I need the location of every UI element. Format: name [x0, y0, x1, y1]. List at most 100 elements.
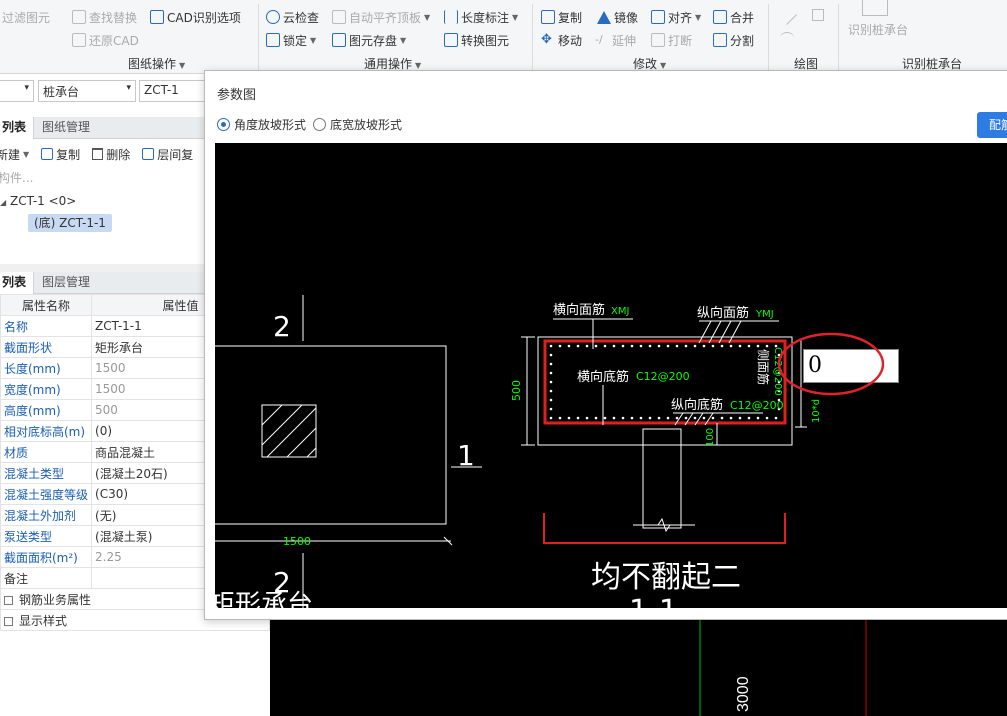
tab-drawing-management[interactable]: 图纸管理 — [36, 117, 96, 139]
member-search-input[interactable]: 构件... — [0, 168, 208, 188]
delete-member-button[interactable]: 删除 — [92, 146, 130, 163]
general-ops-label: 通用操作 — [364, 57, 413, 71]
left-caption-text: 矩形承台 — [215, 590, 313, 608]
tree-child-selected[interactable]: (底) ZCT-1-1 — [28, 214, 112, 232]
group-divider — [532, 4, 533, 70]
code-horiz-top: XMJ — [611, 306, 629, 317]
find-replace-icon — [72, 10, 86, 24]
line-draw-icon[interactable] — [777, 5, 797, 25]
plan-outline — [215, 345, 447, 525]
mirror-label: 镜像 — [614, 10, 639, 25]
chevron-down-icon: ▼ — [424, 12, 431, 22]
property-name: 材质 — [0, 441, 93, 463]
merge-icon — [713, 10, 727, 24]
tab-property-list[interactable]: 列表 — [0, 272, 34, 294]
layer-copy-button[interactable]: 层间复 — [142, 146, 193, 163]
cloud-check-button[interactable]: 云检查 — [266, 8, 319, 26]
rect-draw-icon[interactable] — [812, 9, 824, 21]
length-dim-icon — [444, 10, 458, 24]
rebar-dot — [585, 344, 589, 348]
split-icon — [713, 33, 727, 47]
expand-icon[interactable] — [4, 616, 13, 626]
rebar-dot — [666, 416, 670, 420]
property-name: 混凝土类型 — [0, 462, 93, 484]
chevron-down-icon: ▼ — [512, 12, 519, 22]
radio-width-option[interactable]: 底宽放坡形式 — [313, 116, 402, 133]
copy-member-button[interactable]: 复制 — [41, 146, 80, 163]
split-button[interactable]: 分割 — [713, 31, 754, 49]
rebar-dot — [657, 416, 661, 420]
floor-combo[interactable]: ▾ — [0, 80, 34, 102]
move-button[interactable]: ✥ 移动 — [541, 31, 582, 49]
delete-member-label: 删除 — [106, 147, 131, 162]
save-element-label: 图元存盘 — [349, 33, 398, 48]
save-element-button[interactable]: 图元存盘 ▼ — [332, 31, 406, 49]
config-rebar-button[interactable]: 配筋 — [977, 112, 1007, 138]
draw-label: 绘图 — [794, 57, 819, 71]
filter-element-button[interactable]: 过滤图元 — [2, 8, 50, 26]
radio-unselected-icon — [313, 118, 326, 131]
mirror-button[interactable]: 镜像 — [597, 8, 638, 26]
property-group-label: 显示样式 — [19, 613, 68, 628]
arc-draw-icon[interactable] — [780, 32, 794, 44]
find-replace-label: 查找替换 — [89, 10, 138, 25]
tab-layer-management[interactable]: 图层管理 — [36, 272, 96, 294]
break-button[interactable]: 打断 — [651, 31, 692, 49]
property-name: 长度(mm) — [0, 357, 93, 379]
dim-100-text: 100 — [705, 428, 716, 447]
property-name: 泵送类型 — [0, 525, 93, 547]
copy-button[interactable]: 复制 — [541, 8, 582, 26]
property-group-label: 钢筋业务属性 — [19, 592, 92, 607]
break-label: 打断 — [668, 33, 693, 48]
lock-button[interactable]: 锁定 ▼ — [266, 31, 316, 49]
chevron-down-icon: ▼ — [660, 61, 667, 70]
rebar-dot — [549, 380, 553, 384]
filter-element-label: 过滤图元 — [2, 10, 51, 25]
convert-element-button[interactable]: 转换图元 — [444, 31, 509, 49]
rebar-dot — [549, 353, 553, 357]
rebar-dot — [567, 416, 571, 420]
radio-angle-option[interactable]: 角度放坡形式 — [217, 116, 306, 133]
drawing-ops-group-label[interactable]: 图纸操作 ▼ — [128, 55, 185, 72]
copy-label: 复制 — [558, 10, 583, 25]
tree-parent[interactable]: ◢ ZCT-1 <0> — [0, 194, 76, 208]
cad-options-button[interactable]: CAD识别选项 — [150, 8, 241, 26]
rebar-dot — [756, 416, 760, 420]
type-combo[interactable]: 桩承台 ▾ — [38, 80, 136, 102]
recognize-pile-cap-button[interactable]: 识别桩承台 — [848, 20, 908, 38]
length-dim-button[interactable]: 长度标注 ▼ — [444, 8, 518, 26]
lock-icon — [266, 33, 280, 47]
extend-button[interactable]: -/ 延伸 — [595, 31, 636, 49]
member-combo[interactable]: ZCT-1 — [139, 80, 209, 102]
label-side: 侧面筋 — [756, 349, 771, 385]
restore-cad-button[interactable]: 还原CAD — [72, 31, 139, 49]
rebar-dot — [639, 416, 643, 420]
tab-member-list[interactable]: 列表 — [0, 117, 34, 139]
rebar-dot — [549, 407, 553, 411]
rebar-dot — [621, 416, 625, 420]
property-name: 混凝土外加剂 — [0, 504, 93, 526]
label-horiz-top: 横向面筋 — [553, 302, 605, 318]
align-label: 对齐 — [668, 10, 693, 25]
merge-button[interactable]: 合并 — [713, 8, 754, 26]
chevron-down-icon: ▼ — [400, 35, 407, 45]
code-long-bottom: C12@200 — [730, 399, 784, 412]
rebar-dot — [657, 344, 661, 348]
rebar-dot — [702, 416, 706, 420]
copy-icon — [41, 148, 54, 160]
align-button[interactable]: 对齐 ▼ — [651, 8, 701, 26]
expand-icon[interactable] — [4, 595, 13, 605]
rebar-dot — [558, 416, 562, 420]
bottom-section-label: 1-1 — [629, 594, 678, 608]
new-member-button[interactable]: 新建 ▼ — [0, 146, 29, 163]
move-label: 移动 — [558, 33, 583, 48]
rebar-dot — [594, 416, 598, 420]
property-name: 截面面积(m²) — [0, 546, 93, 568]
cad-canvas[interactable]: 3000 — [270, 620, 1007, 716]
rebar-dot — [774, 416, 778, 420]
auto-flat-top-button[interactable]: 自动平齐顶板 ▼ — [332, 8, 430, 26]
property-name-header: 属性名称 — [0, 294, 93, 316]
rebar-dot — [630, 344, 634, 348]
chevron-down-icon: ▾ — [24, 83, 29, 93]
find-replace-button[interactable]: 查找替换 — [72, 8, 137, 26]
